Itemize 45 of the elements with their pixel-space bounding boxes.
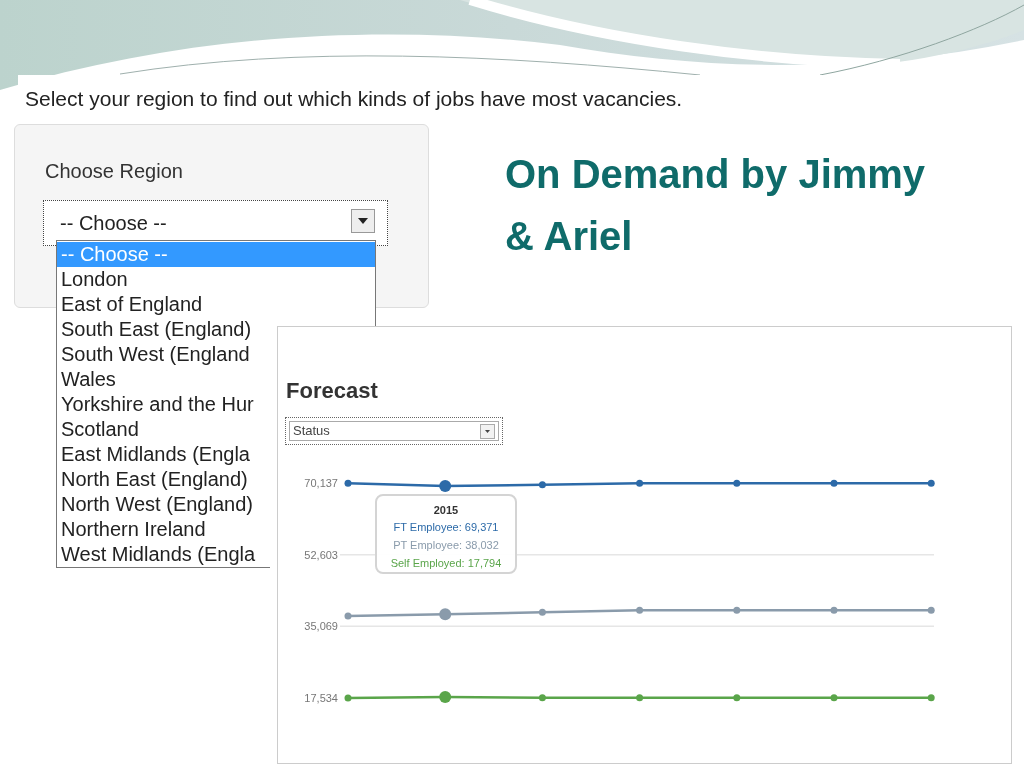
tooltip-row-text: Self Employed: 17,794 [390, 556, 502, 571]
point [344, 612, 352, 620]
point [830, 479, 838, 487]
axis-tick-label: 35,069 [304, 620, 338, 633]
instruction-text: Select your region to find out which kinds of jobs have most vacancies. [25, 86, 683, 112]
tooltip-row-text: PT Employee: 38,032 [393, 538, 499, 553]
option-item[interactable]: London [57, 267, 132, 292]
option-item[interactable]: Yorkshire and the Hur [57, 392, 258, 417]
option-item[interactable]: East of England [57, 292, 207, 317]
point [636, 606, 644, 614]
option-item[interactable]: East Midlands (Engla [57, 442, 254, 467]
caret-icon [351, 209, 375, 233]
axis-tick-label: 17,534 [304, 692, 338, 704]
option-item[interactable]: North East (England) [57, 467, 252, 492]
tooltip-row-text: FT Employee: 69,371 [393, 520, 499, 535]
point [733, 606, 741, 614]
axis-tick-label: 52,603 [304, 548, 338, 561]
option-item[interactable]: South East (England) [57, 317, 256, 342]
point [927, 694, 935, 702]
point [927, 479, 935, 487]
tooltip-title: 2015 [433, 503, 459, 518]
axis-tick-label: 70,137 [304, 477, 338, 489]
point [733, 479, 741, 487]
caret-icon [480, 424, 495, 439]
point [344, 694, 352, 702]
point [636, 694, 644, 702]
point [830, 694, 838, 702]
option-item[interactable]: Scotland [57, 417, 143, 442]
option-item[interactable]: North West (England) [57, 492, 257, 517]
point [830, 606, 838, 614]
option-item[interactable]: West Midlands (Engla [57, 542, 260, 567]
option-item[interactable]: Northern Ireland [57, 517, 210, 542]
point [538, 481, 546, 489]
point [636, 479, 644, 487]
option-item[interactable]: South West (England [57, 342, 254, 367]
forecast-heading: Forecast [286, 377, 378, 405]
status-select[interactable]: Status [285, 417, 503, 445]
field-label: Choose Region [45, 159, 183, 184]
point [927, 606, 935, 614]
point [538, 694, 546, 702]
point [344, 479, 352, 487]
point [733, 694, 741, 702]
option-item[interactable]: Wales [57, 367, 120, 392]
slide-title: On Demand by Jimmy & Ariel [505, 151, 927, 260]
point [538, 608, 546, 616]
